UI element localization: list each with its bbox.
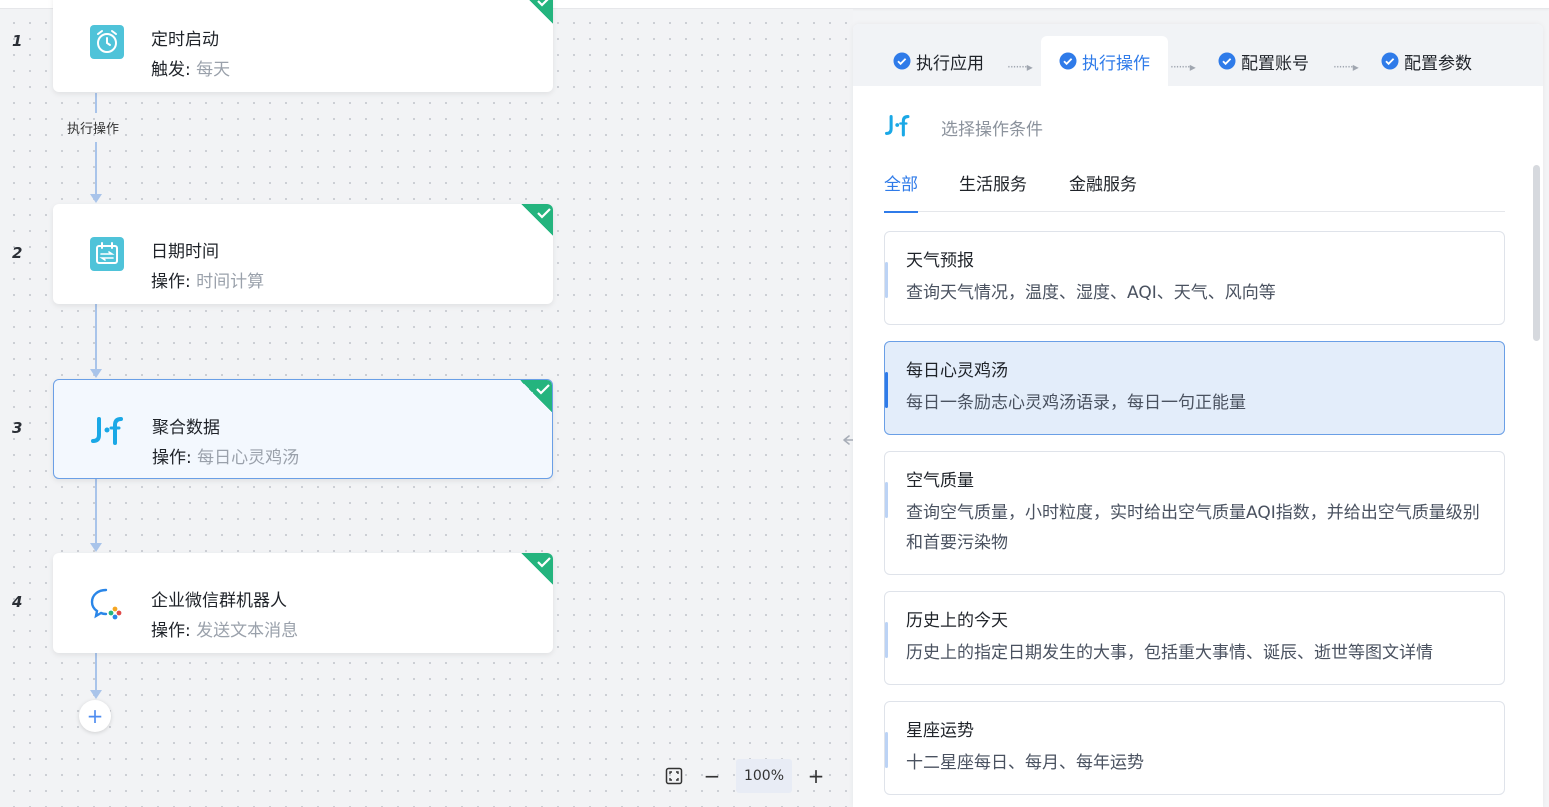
tab-all[interactable]: 全部 xyxy=(884,170,918,213)
operation-card[interactable]: 星座运势 十二星座每日、每月、每年运势 xyxy=(884,701,1505,795)
done-check-icon xyxy=(521,0,553,24)
node-sub-label: 操作: xyxy=(151,621,191,641)
operation-card[interactable]: 历史上的今天 历史上的指定日期发生的大事，包括重大事情、诞辰、逝世等图文详情 xyxy=(884,591,1505,685)
done-check-icon xyxy=(521,553,553,585)
connector-line xyxy=(95,304,97,369)
check-circle-icon xyxy=(1218,52,1236,70)
node-subtitle: 操作: 每日心灵鸡汤 xyxy=(152,443,299,468)
step-tab-params[interactable]: 配置参数 xyxy=(1363,36,1490,86)
workflow-node-wecom[interactable]: 企业微信群机器人 操作: 发送文本消息 xyxy=(53,553,553,653)
done-check-icon xyxy=(520,380,552,412)
node-title: 聚合数据 xyxy=(152,418,220,438)
step-tab-app[interactable]: 执行应用 xyxy=(875,36,1002,86)
zoom-level: 100% xyxy=(736,759,792,793)
calendar-icon xyxy=(89,236,125,272)
juhe-logo-icon xyxy=(885,112,911,142)
operation-desc: 历史上的指定日期发生的大事，包括重大事情、诞辰、逝世等图文详情 xyxy=(906,643,1433,663)
operation-card[interactable]: 天气预报 查询天气情况，温度、湿度、AQI、天气、风向等 xyxy=(884,231,1505,325)
workflow-node-juhe[interactable]: 聚合数据 操作: 每日心灵鸡汤 xyxy=(53,379,553,479)
connector-line xyxy=(95,478,97,543)
node-title: 日期时间 xyxy=(151,242,219,262)
operation-name: 星座运势 xyxy=(906,721,974,741)
operation-name: 天气预报 xyxy=(906,251,974,271)
operation-desc: 查询空气质量，小时粒度，实时给出空气质量AQI指数，并给出空气质量级别和首要污染… xyxy=(906,503,1480,553)
edge-label: 执行操作 xyxy=(67,122,120,137)
selected-app-row: 选择操作条件 xyxy=(885,112,1043,142)
juhe-logo-icon xyxy=(90,412,126,448)
tab-finance-services[interactable]: 金融服务 xyxy=(1069,170,1137,212)
operation-card[interactable]: 每日心灵鸡汤 每日一条励志心灵鸡汤语录，每日一句正能量 xyxy=(884,341,1505,435)
fit-screen-button[interactable] xyxy=(660,762,688,790)
connector-line xyxy=(95,653,97,691)
node-sub-value: 每日心灵鸡汤 xyxy=(197,448,300,468)
steps-bar: 执行应用 ·······▸ 执行操作 ·······▸ 配置账号 ·······… xyxy=(853,24,1543,86)
step-separator: ·······▸ xyxy=(1007,60,1033,74)
alarm-clock-icon xyxy=(89,24,125,60)
step-tab-account[interactable]: 配置账号 xyxy=(1200,36,1327,86)
step-number: 2 xyxy=(12,244,23,262)
node-subtitle: 操作: 时间计算 xyxy=(151,267,264,292)
operation-card[interactable]: 空气质量 查询空气质量，小时粒度，实时给出空气质量AQI指数，并给出空气质量级别… xyxy=(884,451,1505,575)
node-sub-value: 时间计算 xyxy=(196,272,265,292)
node-title: 定时启动 xyxy=(151,30,219,50)
operation-name: 空气质量 xyxy=(906,471,974,491)
node-sub-label: 操作: xyxy=(151,272,191,292)
connector-arrow xyxy=(90,194,102,203)
operation-desc: 十二星座每日、每月、每年运势 xyxy=(906,753,1144,773)
step-number: 4 xyxy=(12,593,23,611)
wecom-icon xyxy=(89,585,125,621)
node-subtitle: 操作: 发送文本消息 xyxy=(151,616,298,641)
node-sub-label: 操作: xyxy=(152,448,192,468)
connector-line xyxy=(95,93,97,113)
done-check-icon xyxy=(521,204,553,236)
node-sub-label: 触发: xyxy=(151,60,191,80)
check-circle-icon xyxy=(1381,52,1399,70)
check-circle-icon xyxy=(893,52,911,70)
step-label: 执行应用 xyxy=(916,53,984,74)
zoom-out-button[interactable]: − xyxy=(698,762,726,790)
workflow-node-timer[interactable]: 定时启动 触发: 每天 xyxy=(53,0,553,92)
fit-screen-icon xyxy=(665,767,683,785)
step-separator: ·······▸ xyxy=(1170,60,1196,74)
zoom-in-button[interactable]: + xyxy=(802,762,830,790)
step-number: 3 xyxy=(12,419,23,437)
operation-list: 天气预报 查询天气情况，温度、湿度、AQI、天气、风向等 每日心灵鸡汤 每日一条… xyxy=(884,231,1505,807)
connector-arrow xyxy=(90,690,102,699)
step-label: 执行操作 xyxy=(1082,53,1150,74)
add-step-button[interactable]: + xyxy=(79,700,111,732)
step-number: 1 xyxy=(12,32,23,50)
step-label: 配置参数 xyxy=(1404,53,1472,74)
connector-line xyxy=(95,142,97,194)
category-tabs: 全部 生活服务 金融服务 xyxy=(884,164,1505,213)
tab-life-services[interactable]: 生活服务 xyxy=(959,170,1027,212)
connector-arrow xyxy=(90,543,102,552)
step-tab-operation[interactable]: 执行操作 xyxy=(1041,36,1168,86)
operation-hint: 选择操作条件 xyxy=(941,119,1043,140)
check-circle-icon xyxy=(1059,52,1077,70)
operation-name: 每日心灵鸡汤 xyxy=(906,361,1008,381)
node-sub-value: 发送文本消息 xyxy=(196,621,299,641)
zoom-controls: − 100% + xyxy=(660,758,840,794)
operation-desc: 查询天气情况，温度、湿度、AQI、天气、风向等 xyxy=(906,283,1276,303)
node-subtitle: 触发: 每天 xyxy=(151,55,230,80)
operation-desc: 每日一条励志心灵鸡汤语录，每日一句正能量 xyxy=(906,393,1246,413)
connector-arrow xyxy=(90,369,102,378)
node-sub-value: 每天 xyxy=(196,60,231,80)
panel-scrollbar[interactable] xyxy=(1533,165,1540,341)
operation-name: 历史上的今天 xyxy=(906,611,1008,631)
config-panel: 执行应用 ·······▸ 执行操作 ·······▸ 配置账号 ·······… xyxy=(853,24,1543,807)
node-title: 企业微信群机器人 xyxy=(151,591,287,611)
workflow-node-datetime[interactable]: 日期时间 操作: 时间计算 xyxy=(53,204,553,304)
step-label: 配置账号 xyxy=(1241,53,1309,74)
step-separator: ·······▸ xyxy=(1333,60,1359,74)
